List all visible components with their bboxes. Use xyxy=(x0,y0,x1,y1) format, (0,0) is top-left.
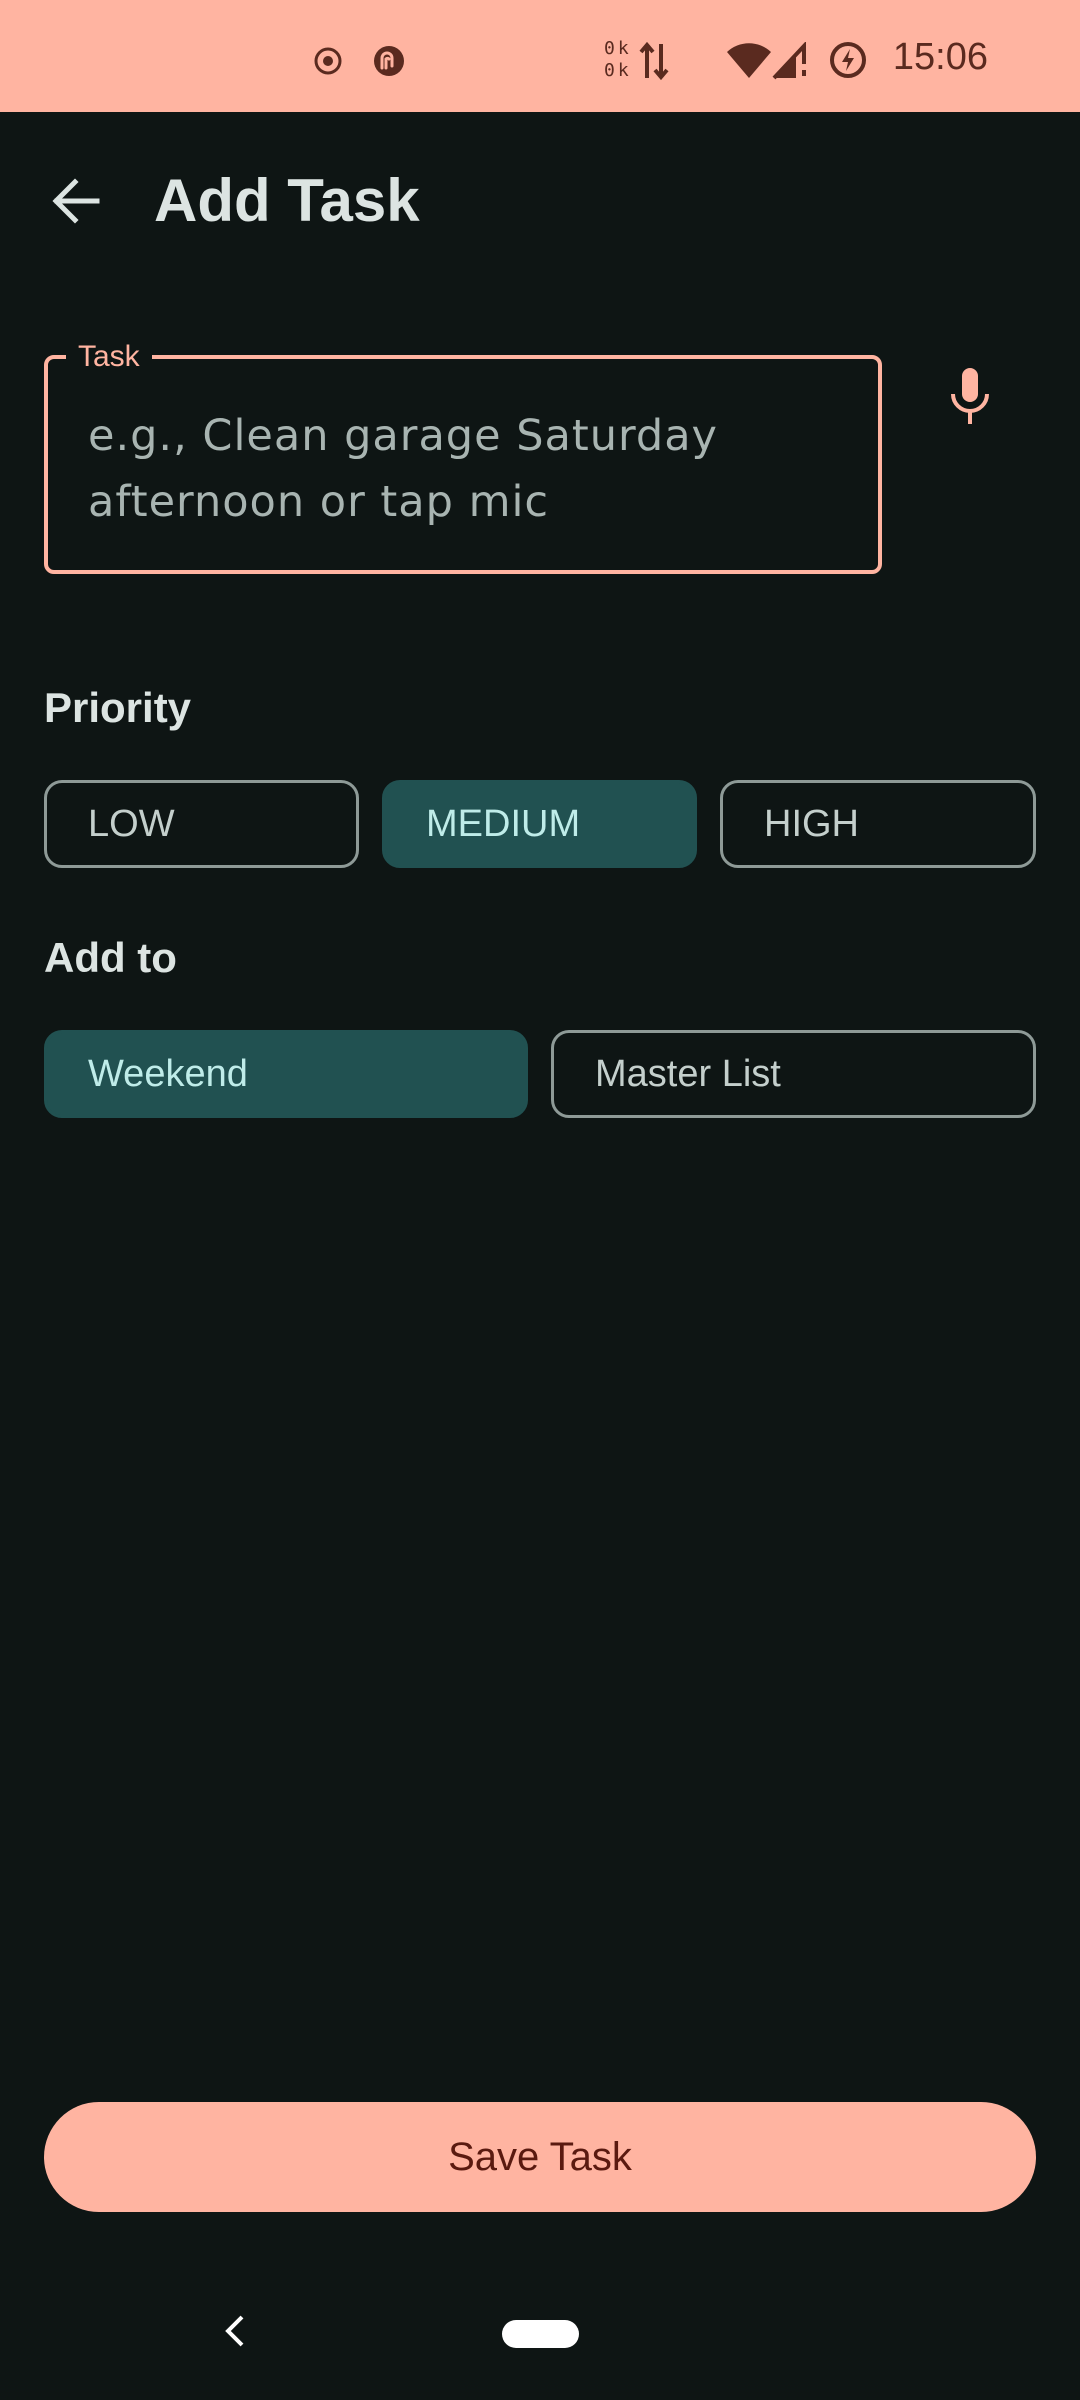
task-field[interactable]: Task xyxy=(44,339,882,574)
list-master-chip[interactable]: Master List xyxy=(551,1030,1036,1118)
list-weekend-chip[interactable]: Weekend xyxy=(44,1030,528,1118)
record-icon xyxy=(313,46,343,81)
sync-icon xyxy=(372,44,406,83)
wifi-icon xyxy=(726,42,772,85)
chevron-left-icon xyxy=(223,2314,247,2353)
data-arrows-icon xyxy=(638,40,670,87)
network-rate: 0k 0k xyxy=(604,38,632,82)
priority-medium-chip[interactable]: MEDIUM xyxy=(382,780,697,868)
app-bar: Add Task xyxy=(0,112,1080,288)
status-bar: 0k 0k 15:06 xyxy=(0,0,1080,112)
system-back-button[interactable] xyxy=(210,2308,260,2358)
priority-label: Priority xyxy=(44,684,192,731)
back-button[interactable] xyxy=(36,163,116,243)
home-handle[interactable] xyxy=(502,2320,579,2348)
net-up: 0k xyxy=(604,38,632,59)
battery-saver-icon xyxy=(828,40,868,85)
arrow-back-icon xyxy=(51,177,101,229)
mic-button[interactable] xyxy=(930,354,1010,444)
priority-low-chip[interactable]: LOW xyxy=(44,780,359,868)
signal-icon xyxy=(772,40,812,85)
mic-icon xyxy=(948,366,992,433)
task-field-label: Task xyxy=(66,339,152,375)
status-time: 15:06 xyxy=(892,36,988,78)
task-input[interactable] xyxy=(88,403,848,553)
priority-high-chip[interactable]: HIGH xyxy=(720,780,1036,868)
add-to-label: Add to xyxy=(44,934,177,981)
page-title: Add Task xyxy=(154,167,420,234)
net-down: 0k xyxy=(604,60,632,81)
save-task-button[interactable]: Save Task xyxy=(44,2102,1036,2212)
